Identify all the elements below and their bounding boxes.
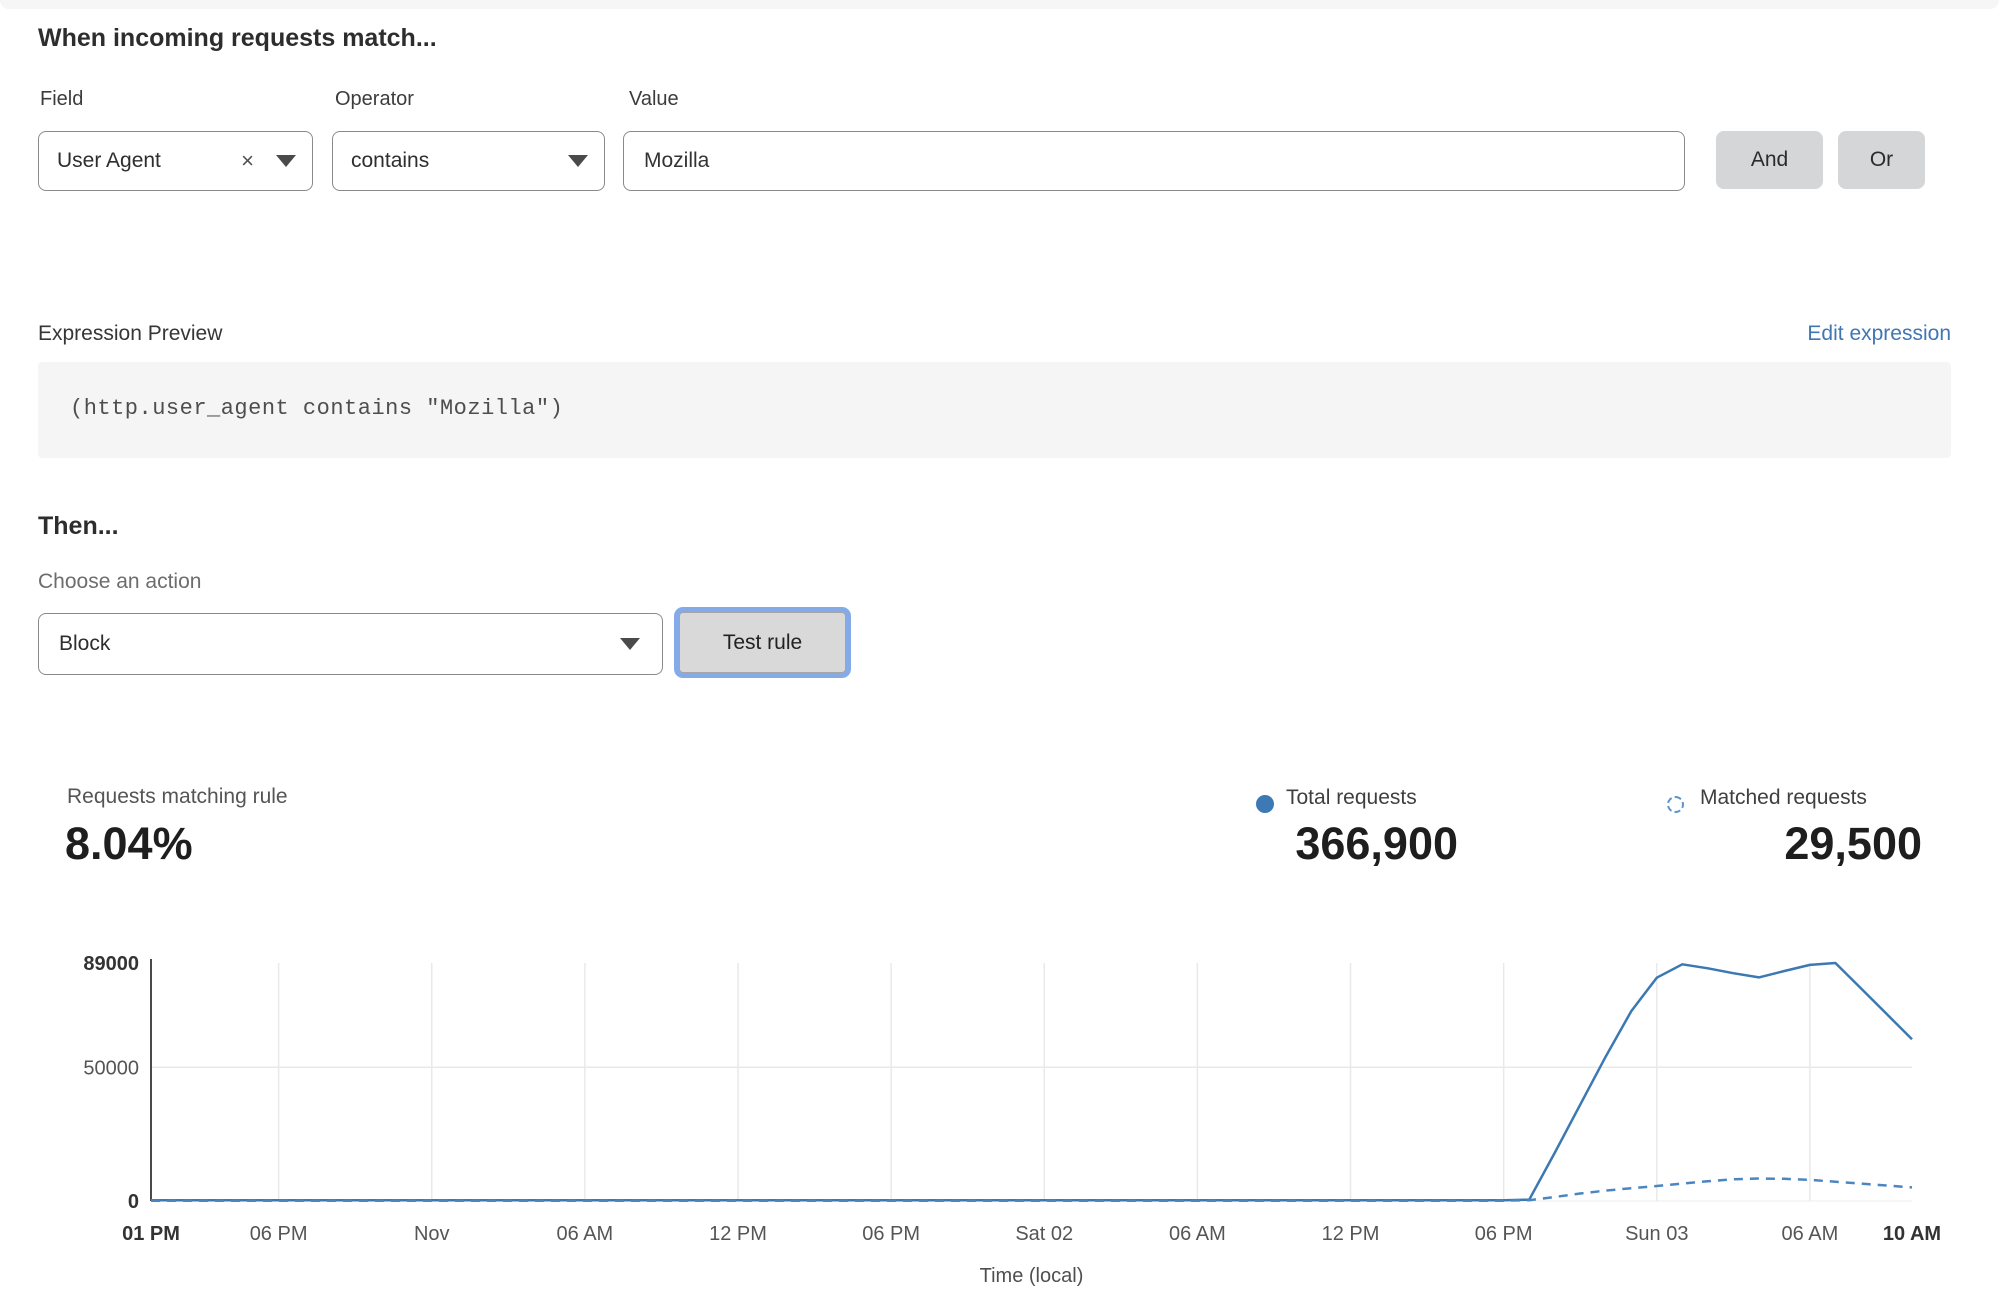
x-axis-title: Time (local) bbox=[980, 1265, 1084, 1287]
or-button[interactable]: Or bbox=[1838, 131, 1925, 189]
x-tick-label: 01 PM bbox=[122, 1223, 180, 1245]
field-label: Field bbox=[40, 88, 83, 111]
choose-action-label: Choose an action bbox=[38, 570, 201, 594]
x-tick-label: Nov bbox=[414, 1223, 450, 1245]
operator-label: Operator bbox=[335, 88, 414, 111]
action-select[interactable]: Block bbox=[38, 613, 663, 675]
action-select-value: Block bbox=[59, 632, 110, 656]
value-input[interactable] bbox=[623, 131, 1685, 191]
x-tick-label: Sun 03 bbox=[1625, 1223, 1688, 1245]
test-rule-button[interactable]: Test rule bbox=[679, 612, 846, 673]
field-select-value: User Agent bbox=[57, 149, 161, 173]
expression-preview-label: Expression Preview bbox=[38, 322, 222, 346]
x-tick-label: 06 PM bbox=[1475, 1223, 1533, 1245]
matched-requests-label: Matched requests bbox=[1700, 786, 1867, 810]
operator-select[interactable]: contains bbox=[332, 131, 605, 191]
total-requests-dot-icon bbox=[1256, 795, 1274, 813]
and-button[interactable]: And bbox=[1716, 131, 1823, 189]
matching-rule-value: 8.04% bbox=[65, 818, 193, 870]
x-tick-label: 06 AM bbox=[1169, 1223, 1226, 1245]
section-heading-when: When incoming requests match... bbox=[38, 24, 437, 53]
top-divider bbox=[0, 0, 1999, 9]
x-tick-label: 06 AM bbox=[557, 1223, 614, 1245]
expression-code: (http.user_agent contains "Mozilla") bbox=[70, 396, 563, 421]
x-tick-label: 06 PM bbox=[250, 1223, 308, 1245]
y-tick-label: 50000 bbox=[83, 1057, 139, 1079]
total-requests-value: 366,900 bbox=[1295, 818, 1458, 870]
y-tick-label: 0 bbox=[128, 1191, 139, 1213]
x-tick-label: Sat 02 bbox=[1015, 1223, 1073, 1245]
matched-requests-value: 29,500 bbox=[1784, 818, 1922, 870]
requests-chart: 0 50000 89000 01 PM 06 PM Nov 06 AM 12 PM 06 PM S… bbox=[0, 940, 1999, 1295]
x-tick-label: 12 PM bbox=[709, 1223, 767, 1245]
matching-rule-label: Requests matching rule bbox=[67, 785, 288, 809]
expression-code-block: (http.user_agent contains "Mozilla") bbox=[38, 362, 1951, 458]
section-heading-then: Then... bbox=[38, 512, 119, 541]
x-tick-label: 10 AM bbox=[1883, 1223, 1941, 1245]
chevron-down-icon bbox=[276, 155, 296, 167]
field-select[interactable]: User Agent × bbox=[38, 131, 313, 191]
matched-requests-circle-icon bbox=[1667, 796, 1684, 813]
y-tick-label: 89000 bbox=[83, 953, 139, 975]
chevron-down-icon bbox=[568, 155, 588, 167]
chevron-down-icon bbox=[620, 638, 640, 650]
value-label: Value bbox=[629, 88, 679, 111]
series-line-total bbox=[151, 963, 1912, 1200]
series-line-matched bbox=[151, 1179, 1912, 1201]
edit-expression-link[interactable]: Edit expression bbox=[1807, 322, 1951, 346]
operator-select-value: contains bbox=[351, 149, 429, 173]
total-requests-label: Total requests bbox=[1286, 786, 1417, 810]
x-tick-label: 06 PM bbox=[862, 1223, 920, 1245]
clear-field-icon[interactable]: × bbox=[235, 148, 260, 174]
x-tick-label: 12 PM bbox=[1322, 1223, 1380, 1245]
firewall-rule-page: When incoming requests match... Field Op… bbox=[0, 0, 1999, 1295]
x-tick-label: 06 AM bbox=[1782, 1223, 1839, 1245]
